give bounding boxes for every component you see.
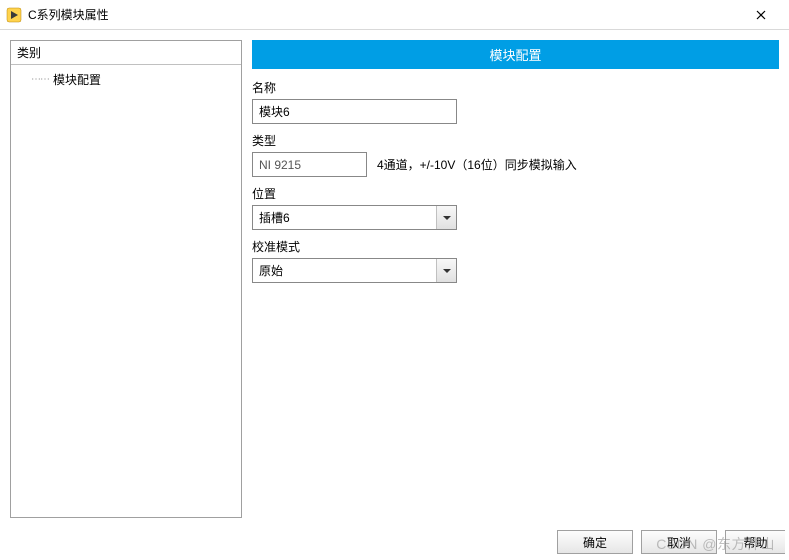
ok-button[interactable]: 确定 xyxy=(557,530,633,554)
close-button[interactable] xyxy=(741,1,781,29)
type-label: 类型 xyxy=(252,132,779,149)
position-value: 插槽6 xyxy=(253,209,436,226)
category-header: 类别 xyxy=(11,41,241,65)
name-label: 名称 xyxy=(252,79,779,96)
chevron-down-icon xyxy=(443,216,451,220)
tree-branch-icon: ⋯⋯ xyxy=(31,74,49,85)
form-area: 名称 类型 4通道，+/-10V（16位）同步模拟输入 位置 插槽6 校准模式 xyxy=(252,69,779,283)
app-icon xyxy=(6,7,22,23)
help-button[interactable]: 帮助 xyxy=(725,530,785,554)
category-tree: ⋯⋯ 模块配置 xyxy=(11,65,241,517)
calibration-label: 校准模式 xyxy=(252,238,779,255)
position-label: 位置 xyxy=(252,185,779,202)
tree-item-module-config[interactable]: ⋯⋯ 模块配置 xyxy=(17,69,235,90)
window-title: C系列模块属性 xyxy=(28,6,109,23)
name-input[interactable] xyxy=(252,99,457,124)
position-dropdown-button[interactable] xyxy=(436,206,456,229)
chevron-down-icon xyxy=(443,269,451,273)
content-area: 类别 ⋯⋯ 模块配置 模块配置 名称 类型 4通道，+/-10V（16位）同步模… xyxy=(0,30,789,518)
type-description: 4通道，+/-10V（16位）同步模拟输入 xyxy=(377,156,577,173)
tree-item-label: 模块配置 xyxy=(53,71,101,88)
calibration-value: 原始 xyxy=(253,262,436,279)
category-panel: 类别 ⋯⋯ 模块配置 xyxy=(10,40,242,518)
titlebar: C系列模块属性 xyxy=(0,0,789,30)
position-select[interactable]: 插槽6 xyxy=(252,205,457,230)
calibration-select[interactable]: 原始 xyxy=(252,258,457,283)
calibration-dropdown-button[interactable] xyxy=(436,259,456,282)
right-panel: 模块配置 名称 类型 4通道，+/-10V（16位）同步模拟输入 位置 插槽6 … xyxy=(242,40,779,518)
type-input xyxy=(252,152,367,177)
section-header: 模块配置 xyxy=(252,40,779,69)
cancel-button[interactable]: 取消 xyxy=(641,530,717,554)
footer-buttons: 确定 取消 帮助 xyxy=(557,530,789,554)
